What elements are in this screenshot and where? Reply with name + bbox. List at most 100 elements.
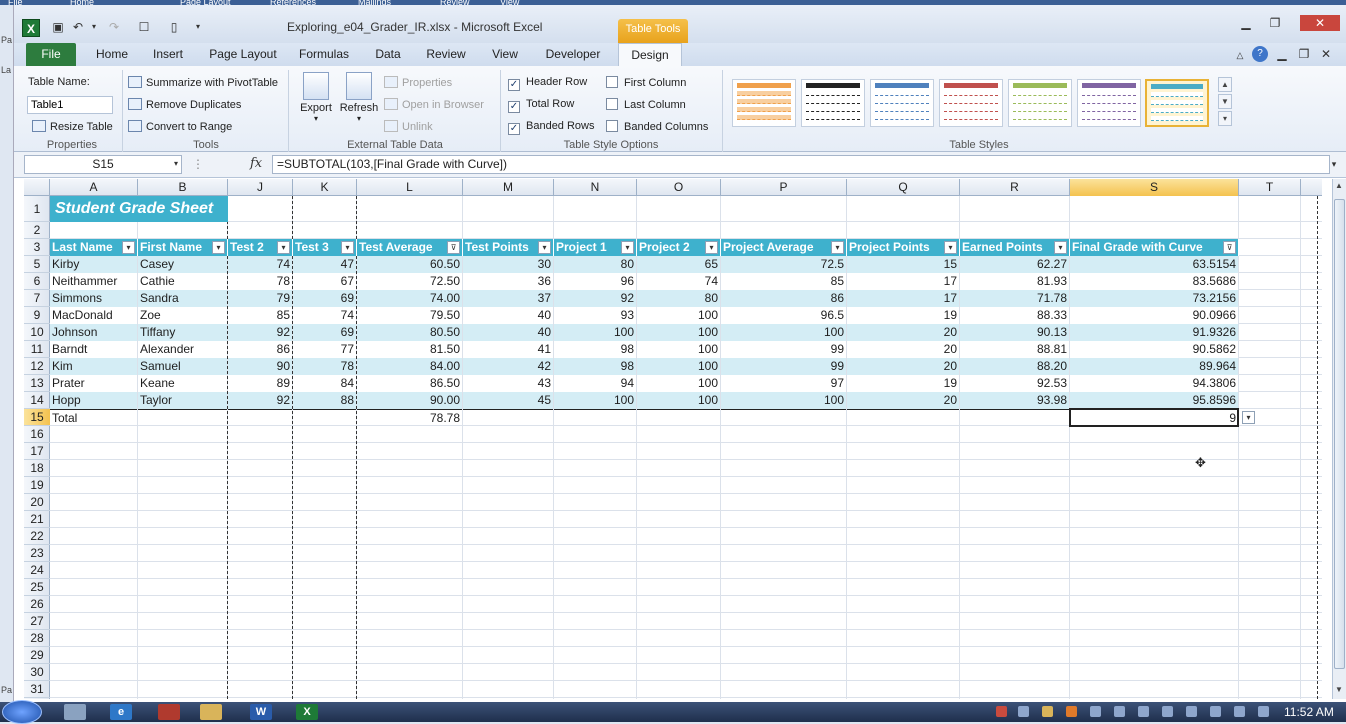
table-cell[interactable]: 92 <box>228 392 292 409</box>
resize-table-button[interactable]: Resize Table <box>32 120 113 133</box>
last-column-checkbox[interactable]: Last Column <box>606 98 686 111</box>
table-cell[interactable]: 90.00 <box>357 392 462 409</box>
taskbar-snagit-icon[interactable] <box>158 704 180 720</box>
tab-data[interactable]: Data <box>370 43 406 66</box>
table-cell[interactable]: 100 <box>637 392 720 409</box>
unlink-button[interactable]: Unlink <box>384 120 433 133</box>
table-cell[interactable]: 77 <box>293 341 356 358</box>
tab-design[interactable]: Design <box>618 43 682 67</box>
properties-button[interactable]: Properties <box>384 76 452 89</box>
table-cell[interactable]: 41 <box>463 341 553 358</box>
tray-app-icon[interactable] <box>1042 706 1053 717</box>
filter-dropdown-icon[interactable]: ▾ <box>122 241 135 254</box>
row-header-19[interactable]: 19 <box>24 477 50 494</box>
export-button[interactable]: Export ▾ <box>296 72 336 123</box>
tab-file[interactable]: File <box>26 43 76 66</box>
banded-columns-checkbox[interactable]: Banded Columns <box>606 120 708 133</box>
table-cell[interactable]: 79 <box>228 290 292 307</box>
restore-icon[interactable]: ❐ <box>1262 15 1288 31</box>
table-cell[interactable]: Keane <box>138 375 227 392</box>
table-cell[interactable]: Hopp <box>50 392 137 409</box>
table-cell[interactable]: 80 <box>637 290 720 307</box>
column-header-s[interactable]: S <box>1070 179 1239 196</box>
name-box[interactable]: S15 <box>24 155 182 174</box>
total-row-cell[interactable] <box>847 409 959 426</box>
table-cell[interactable]: 83.5686 <box>1070 273 1238 290</box>
taskbar-ie-icon[interactable]: e <box>110 704 132 720</box>
row-header-10[interactable]: 10 <box>24 324 50 341</box>
total-row-cell[interactable] <box>228 409 292 426</box>
redo-icon[interactable]: ↷ <box>106 19 122 35</box>
table-header-cell[interactable]: Project 2 ▾ <box>637 239 721 256</box>
column-header-q[interactable]: Q <box>847 179 960 196</box>
tray-network-icon[interactable] <box>1090 706 1101 717</box>
table-style-swatch[interactable] <box>1008 79 1072 127</box>
table-header-cell[interactable]: Test 3 ▾ <box>293 239 357 256</box>
table-style-swatch[interactable] <box>732 79 796 127</box>
table-cell[interactable]: 40 <box>463 324 553 341</box>
table-cell[interactable]: 84 <box>293 375 356 392</box>
row-header-22[interactable]: 22 <box>24 528 50 545</box>
table-cell[interactable]: 74.00 <box>357 290 462 307</box>
table-style-swatch[interactable] <box>1077 79 1141 127</box>
column-header-t[interactable]: T <box>1239 179 1301 196</box>
tray-app-icon[interactable] <box>996 706 1007 717</box>
row-header-11[interactable]: 11 <box>24 341 50 358</box>
table-cell[interactable]: 19 <box>847 307 959 324</box>
table-cell[interactable]: 90 <box>228 358 292 375</box>
row-header-26[interactable]: 26 <box>24 596 50 613</box>
table-cell[interactable]: 88 <box>293 392 356 409</box>
taskbar-explorer-icon[interactable] <box>200 704 222 720</box>
filter-dropdown-icon[interactable]: ▾ <box>341 241 354 254</box>
table-cell[interactable]: 74 <box>293 307 356 324</box>
tab-review[interactable]: Review <box>422 43 470 66</box>
table-cell[interactable]: 90.13 <box>960 324 1069 341</box>
tray-app-icon[interactable] <box>1186 706 1197 717</box>
worksheet-grid[interactable]: ABJKLMNOPQRST 1 2 3 5 6 7 9 10 11 12 13 14 15 16 17 18 1… <box>24 179 1322 699</box>
table-cell[interactable]: 100 <box>721 324 846 341</box>
total-row-cell[interactable] <box>960 409 1069 426</box>
table-cell[interactable]: 98 <box>554 341 636 358</box>
total-row-cell[interactable] <box>138 409 227 426</box>
first-column-checkbox[interactable]: First Column <box>606 76 686 89</box>
table-cell[interactable]: 30 <box>463 256 553 273</box>
filter-dropdown-icon[interactable]: ▾ <box>621 241 634 254</box>
table-cell[interactable]: 69 <box>293 324 356 341</box>
table-header-cell[interactable]: Earned Points ▾ <box>960 239 1070 256</box>
table-cell[interactable]: Prater <box>50 375 137 392</box>
row-header-29[interactable]: 29 <box>24 647 50 664</box>
scroll-down-icon[interactable]: ▼ <box>1335 685 1343 694</box>
table-cell[interactable]: MacDonald <box>50 307 137 324</box>
table-cell[interactable]: 93 <box>554 307 636 324</box>
table-cell[interactable]: Tiffany <box>138 324 227 341</box>
row-header-20[interactable]: 20 <box>24 494 50 511</box>
minimize-icon[interactable]: ▁ <box>1233 15 1259 31</box>
table-cell[interactable]: 81.50 <box>357 341 462 358</box>
table-style-swatch[interactable] <box>1145 79 1209 127</box>
excel-app-icon[interactable]: X <box>22 19 40 37</box>
table-cell[interactable]: 93.98 <box>960 392 1069 409</box>
row-header-21[interactable]: 21 <box>24 511 50 528</box>
table-cell[interactable]: 85 <box>721 273 846 290</box>
table-cell[interactable]: 19 <box>847 375 959 392</box>
total-test-average-cell[interactable]: 78.78 <box>357 409 462 426</box>
table-cell[interactable]: Kirby <box>50 256 137 273</box>
column-header-r[interactable]: R <box>960 179 1070 196</box>
table-cell[interactable]: 47 <box>293 256 356 273</box>
table-cell[interactable]: 90.5862 <box>1070 341 1238 358</box>
table-cell[interactable]: 92 <box>228 324 292 341</box>
open-document-icon[interactable]: ▯ <box>166 19 182 35</box>
table-cell[interactable]: 80.50 <box>357 324 462 341</box>
tab-view[interactable]: View <box>486 43 524 66</box>
filter-dropdown-icon[interactable]: ▾ <box>831 241 844 254</box>
row-header-31[interactable]: 31 <box>24 681 50 698</box>
table-cell[interactable]: 63.5154 <box>1070 256 1238 273</box>
row-header-16[interactable]: 16 <box>24 426 50 443</box>
total-row-cell[interactable] <box>637 409 720 426</box>
table-cell[interactable]: Samuel <box>138 358 227 375</box>
vertical-scrollbar[interactable]: ▲ ▼ <box>1332 179 1346 699</box>
row-header-6[interactable]: 6 <box>24 273 50 290</box>
table-cell[interactable]: 80 <box>554 256 636 273</box>
table-cell[interactable]: 15 <box>847 256 959 273</box>
column-header-m[interactable]: M <box>463 179 554 196</box>
